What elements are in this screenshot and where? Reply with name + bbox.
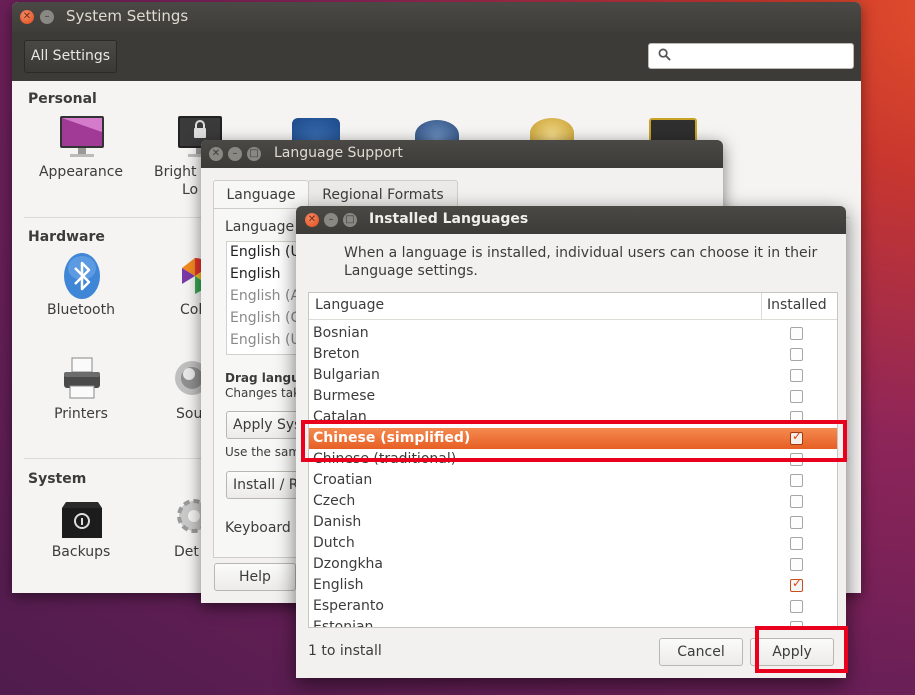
close-icon[interactable]: ✕ (209, 147, 223, 161)
language-name: Dzongkha (313, 556, 384, 572)
installed-checkbox[interactable] (790, 348, 803, 361)
list-item[interactable]: English (A (230, 288, 300, 304)
check-icon: ✓ (792, 576, 803, 590)
backups-item[interactable]: Backups (26, 492, 136, 567)
printer-icon (64, 357, 100, 399)
printers-label: Printers (54, 406, 108, 422)
installed-checkbox[interactable] (790, 495, 803, 508)
installed-checkbox[interactable] (790, 558, 803, 571)
list-item[interactable]: English (U (230, 332, 301, 348)
bluetooth-item[interactable]: Bluetooth (26, 250, 136, 325)
search-input[interactable] (648, 43, 854, 69)
highlight-box-apply (755, 626, 848, 673)
search-icon (658, 48, 671, 61)
column-separator (761, 293, 762, 319)
help-button[interactable]: Help (214, 563, 296, 591)
language-name: Dutch (313, 535, 355, 551)
all-settings-button[interactable]: All Settings (24, 40, 117, 73)
title-bar: ✕ – □ Language Support (201, 140, 723, 168)
drag-hint-sub: Changes take (225, 386, 307, 400)
installed-checkbox[interactable] (790, 369, 803, 382)
bluetooth-label: Bluetooth (47, 302, 115, 318)
appearance-icon (60, 116, 104, 157)
language-name: Bosnian (313, 325, 369, 341)
backup-icon (62, 502, 102, 538)
keyboard-input-label: Keyboard i (225, 520, 300, 536)
section-hardware: Hardware (28, 229, 105, 245)
toolbar: All Settings (12, 32, 861, 81)
maximize-icon[interactable]: □ (247, 147, 261, 161)
column-installed[interactable]: Installed (767, 297, 827, 313)
section-personal: Personal (28, 91, 97, 107)
highlight-box-chinese-simplified (301, 420, 847, 462)
language-name: Estonian (313, 619, 374, 628)
installed-checkbox[interactable] (790, 390, 803, 403)
table-row[interactable]: Bulgarian (309, 365, 837, 386)
minimize-icon[interactable]: – (40, 10, 54, 24)
table-row[interactable]: Esperanto (309, 596, 837, 617)
dialog-title: Installed Languages (369, 211, 529, 227)
installed-checkbox-checked[interactable]: ✓ (790, 576, 803, 592)
dialog-description: When a language is installed, individual… (344, 245, 818, 279)
close-icon[interactable]: ✕ (305, 213, 319, 227)
language-name: English (313, 577, 364, 593)
minimize-icon[interactable]: – (228, 147, 242, 161)
cancel-button[interactable]: Cancel (659, 638, 743, 666)
table-header: Language Installed (309, 293, 837, 320)
minimize-icon[interactable]: – (324, 213, 338, 227)
window-title: Language Support (274, 145, 403, 161)
close-icon[interactable]: ✕ (20, 10, 34, 24)
table-row[interactable]: Breton (309, 344, 837, 365)
status-text: 1 to install (308, 643, 382, 659)
installed-checkbox[interactable] (790, 537, 803, 550)
language-name: Danish (313, 514, 362, 530)
maximize-icon[interactable]: □ (343, 213, 357, 227)
table-row[interactable]: English ✓ (309, 575, 837, 596)
backups-label: Backups (51, 544, 111, 560)
table-row[interactable]: Dutch (309, 533, 837, 554)
title-bar: ✕ – □ Installed Languages (296, 206, 846, 234)
installed-checkbox[interactable] (790, 327, 803, 340)
tab-language[interactable]: Language (213, 180, 309, 209)
list-item[interactable]: English (230, 266, 281, 282)
list-item[interactable]: English (U (230, 244, 301, 260)
appearance-item[interactable]: Appearance (26, 112, 136, 187)
section-system: System (28, 471, 87, 487)
table-row[interactable]: Croatian (309, 470, 837, 491)
table-row[interactable]: Bosnian (309, 323, 837, 344)
language-name: Bulgarian (313, 367, 380, 383)
appearance-label: Appearance (38, 164, 124, 180)
language-name: Czech (313, 493, 356, 509)
language-label: Language (225, 219, 295, 235)
printers-item[interactable]: Printers (26, 354, 136, 429)
tab-regional-formats[interactable]: Regional Formats (308, 180, 458, 209)
installed-checkbox[interactable] (790, 516, 803, 529)
table-row[interactable]: Dzongkha (309, 554, 837, 575)
table-row[interactable]: Burmese (309, 386, 837, 407)
language-name: Burmese (313, 388, 376, 404)
bluetooth-icon (64, 253, 100, 299)
table-row[interactable]: Czech (309, 491, 837, 512)
language-name: Breton (313, 346, 360, 362)
title-bar: ✕ – System Settings (12, 2, 861, 32)
installed-checkbox[interactable] (790, 474, 803, 487)
table-row[interactable]: Danish (309, 512, 837, 533)
language-name: Esperanto (313, 598, 384, 614)
column-language[interactable]: Language (315, 297, 384, 313)
installed-checkbox[interactable] (790, 600, 803, 613)
language-name: Croatian (313, 472, 373, 488)
list-item[interactable]: English (C (230, 310, 300, 326)
window-title: System Settings (66, 7, 189, 25)
